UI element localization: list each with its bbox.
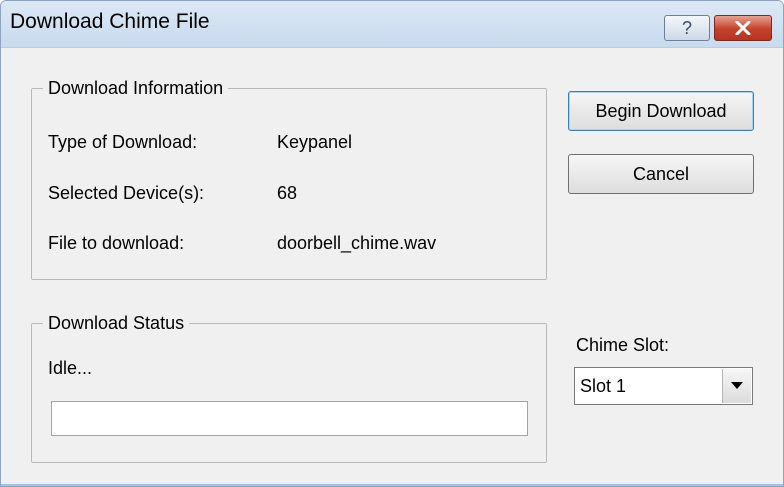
download-status-group: Download Status Idle... (31, 312, 547, 463)
download-status-text: Idle... (48, 358, 93, 378)
window-title: Download Chime File (10, 10, 210, 33)
chime-slot-select[interactable]: Slot 1 (574, 367, 753, 405)
selected-devices-label: Selected Device(s): (48, 183, 205, 203)
chevron-down-icon (731, 382, 743, 389)
help-button[interactable]: ? (664, 15, 710, 41)
begin-download-button[interactable]: Begin Download (568, 91, 754, 131)
dropdown-arrow-button[interactable] (722, 369, 751, 403)
chime-slot-label: Chime Slot: (576, 335, 670, 355)
download-status-legend: Download Status (43, 312, 190, 334)
close-button[interactable] (714, 15, 772, 41)
download-information-group: Download Information Type of Download: K… (31, 77, 547, 280)
download-progress-bar (51, 401, 528, 436)
window-bottom-border (1, 484, 783, 486)
download-chime-dialog: Download Chime File ? Download Informati… (0, 0, 784, 487)
chime-slot-selected-value: Slot 1 (580, 376, 627, 396)
download-information-legend: Download Information (43, 77, 229, 99)
file-to-download-value: doorbell_chime.wav (277, 233, 437, 253)
type-of-download-value: Keypanel (277, 132, 353, 152)
dialog-body: Download Information Type of Download: K… (11, 48, 783, 476)
help-icon: ? (681, 17, 692, 38)
file-to-download-label: File to download: (48, 233, 185, 253)
title-bar: Download Chime File ? (1, 1, 783, 48)
begin-download-label: Begin Download (595, 100, 727, 121)
selected-devices-value: 68 (277, 183, 298, 203)
cancel-button[interactable]: Cancel (568, 154, 754, 194)
cancel-label: Cancel (632, 163, 690, 184)
close-icon (735, 21, 751, 35)
type-of-download-label: Type of Download: (48, 132, 198, 152)
